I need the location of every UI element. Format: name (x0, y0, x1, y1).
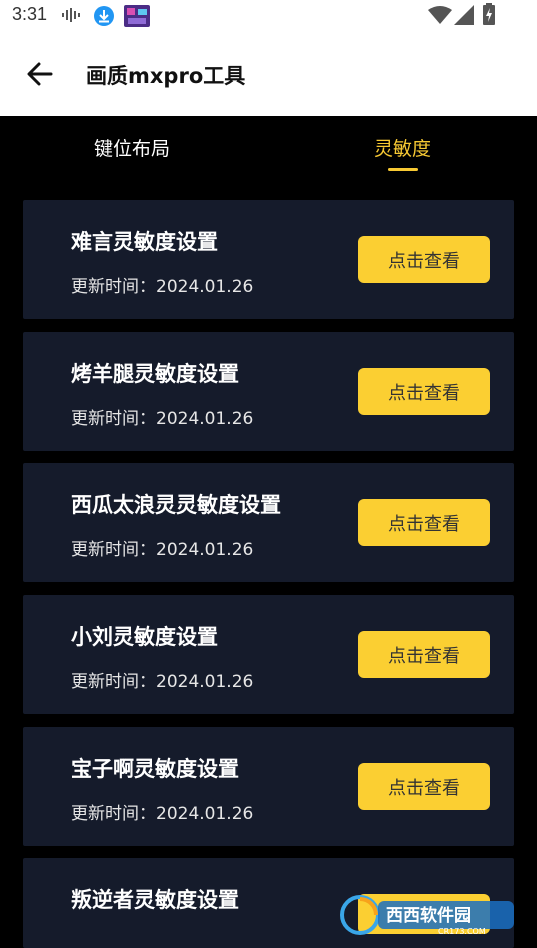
back-button[interactable] (22, 57, 58, 91)
back-arrow-icon (27, 62, 53, 86)
card-update-date: 更新时间：2024.01.26 (71, 540, 254, 560)
view-button[interactable]: 点击查看 (358, 499, 490, 546)
svg-text:西西软件园: 西西软件园 (386, 905, 471, 926)
list-item: 烤羊腿灵敏度设置 更新时间：2024.01.26 点击查看 (23, 332, 514, 451)
battery-icon (483, 3, 495, 25)
card-title: 小刘灵敏度设置 (71, 625, 218, 649)
card-title: 宝子啊灵敏度设置 (71, 757, 239, 781)
app-bar: 画质mxpro工具 (0, 30, 537, 116)
view-button[interactable]: 点击查看 (358, 368, 490, 415)
card-update-date: 更新时间：2024.01.26 (71, 672, 254, 692)
view-button[interactable]: 点击查看 (358, 763, 490, 810)
status-bar: 3:31 (0, 0, 537, 30)
active-tab-indicator (388, 168, 418, 171)
download-icon (94, 6, 114, 26)
audio-wave-icon (62, 8, 80, 22)
list-item: 小刘灵敏度设置 更新时间：2024.01.26 点击查看 (23, 595, 514, 714)
signal-icon (454, 5, 474, 25)
game-app-icon (124, 5, 150, 27)
list-item: 宝子啊灵敏度设置 更新时间：2024.01.26 点击查看 (23, 727, 514, 846)
card-title: 烤羊腿灵敏度设置 (71, 362, 239, 386)
status-time: 3:31 (12, 4, 48, 24)
card-title: 叛逆者灵敏度设置 (71, 888, 239, 912)
wifi-icon (428, 6, 452, 24)
card-update-date: 更新时间：2024.01.26 (71, 277, 254, 297)
list-item: 西瓜太浪灵灵敏度设置 更新时间：2024.01.26 点击查看 (23, 463, 514, 582)
svg-text:CR173.COM: CR173.COM (438, 927, 486, 936)
tab-key-layout[interactable]: 键位布局 (94, 134, 170, 161)
site-watermark-logo: 西西软件园 CR173.COM (340, 895, 514, 936)
card-update-date: 更新时间：2024.01.26 (71, 409, 254, 429)
tab-sensitivity[interactable]: 灵敏度 (374, 134, 431, 161)
view-button[interactable]: 点击查看 (358, 236, 490, 283)
view-button[interactable]: 点击查看 (358, 631, 490, 678)
card-title: 西瓜太浪灵灵敏度设置 (71, 493, 281, 517)
card-update-date: 更新时间：2024.01.26 (71, 804, 254, 824)
tab-bar: 键位布局 灵敏度 (0, 116, 537, 186)
page-title: 画质mxpro工具 (86, 64, 246, 88)
list-item: 难言灵敏度设置 更新时间：2024.01.26 点击查看 (23, 200, 514, 319)
card-title: 难言灵敏度设置 (71, 230, 218, 254)
